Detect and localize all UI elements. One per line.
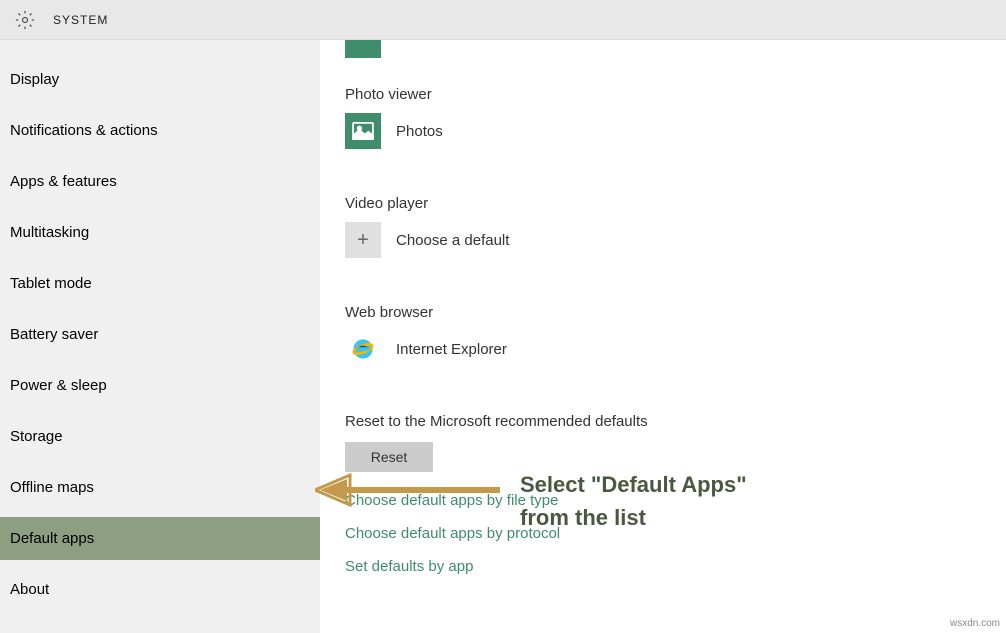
partial-app-icon bbox=[345, 40, 381, 58]
sidebar-item-power-sleep[interactable]: Power & sleep bbox=[0, 364, 320, 407]
app-row-video[interactable]: + Choose a default bbox=[345, 222, 981, 258]
plus-icon: + bbox=[345, 222, 381, 258]
reset-button[interactable]: Reset bbox=[345, 442, 433, 472]
section-video-player: Video player bbox=[345, 195, 981, 212]
sidebar-item-default-apps[interactable]: Default apps bbox=[0, 517, 320, 560]
app-name-ie: Internet Explorer bbox=[396, 341, 507, 358]
sidebar-item-offline-maps[interactable]: Offline maps bbox=[0, 466, 320, 509]
link-by-app[interactable]: Set defaults by app bbox=[345, 558, 981, 575]
sidebar-item-tablet-mode[interactable]: Tablet mode bbox=[0, 262, 320, 305]
section-web-browser: Web browser bbox=[345, 304, 981, 321]
annotation-line1: Select "Default Apps" bbox=[520, 468, 747, 501]
ie-icon bbox=[345, 331, 381, 367]
sidebar-item-apps-features[interactable]: Apps & features bbox=[0, 160, 320, 203]
app-name-photos: Photos bbox=[396, 123, 443, 140]
header: SYSTEM bbox=[0, 0, 1006, 40]
app-name-choose-default: Choose a default bbox=[396, 232, 509, 249]
gear-icon bbox=[15, 10, 35, 30]
page-title: SYSTEM bbox=[53, 13, 108, 27]
watermark: wsxdn.com bbox=[950, 618, 1000, 629]
annotation-line2: from the list bbox=[520, 501, 747, 534]
reset-label: Reset to the Microsoft recommended defau… bbox=[345, 413, 981, 430]
app-row-photos[interactable]: Photos bbox=[345, 113, 981, 149]
content-pane: Photo viewer Photos Video player + Choos… bbox=[320, 40, 1006, 633]
photos-icon bbox=[345, 113, 381, 149]
sidebar-item-multitasking[interactable]: Multitasking bbox=[0, 211, 320, 254]
sidebar-item-notifications[interactable]: Notifications & actions bbox=[0, 109, 320, 152]
sidebar-item-about[interactable]: About bbox=[0, 568, 320, 611]
sidebar-item-storage[interactable]: Storage bbox=[0, 415, 320, 458]
sidebar-item-battery-saver[interactable]: Battery saver bbox=[0, 313, 320, 356]
annotation-text: Select "Default Apps" from the list bbox=[520, 468, 747, 534]
sidebar-item-display[interactable]: Display bbox=[0, 58, 320, 101]
sidebar: Display Notifications & actions Apps & f… bbox=[0, 40, 320, 633]
section-photo-viewer: Photo viewer bbox=[345, 86, 981, 103]
app-row-browser[interactable]: Internet Explorer bbox=[345, 331, 981, 367]
